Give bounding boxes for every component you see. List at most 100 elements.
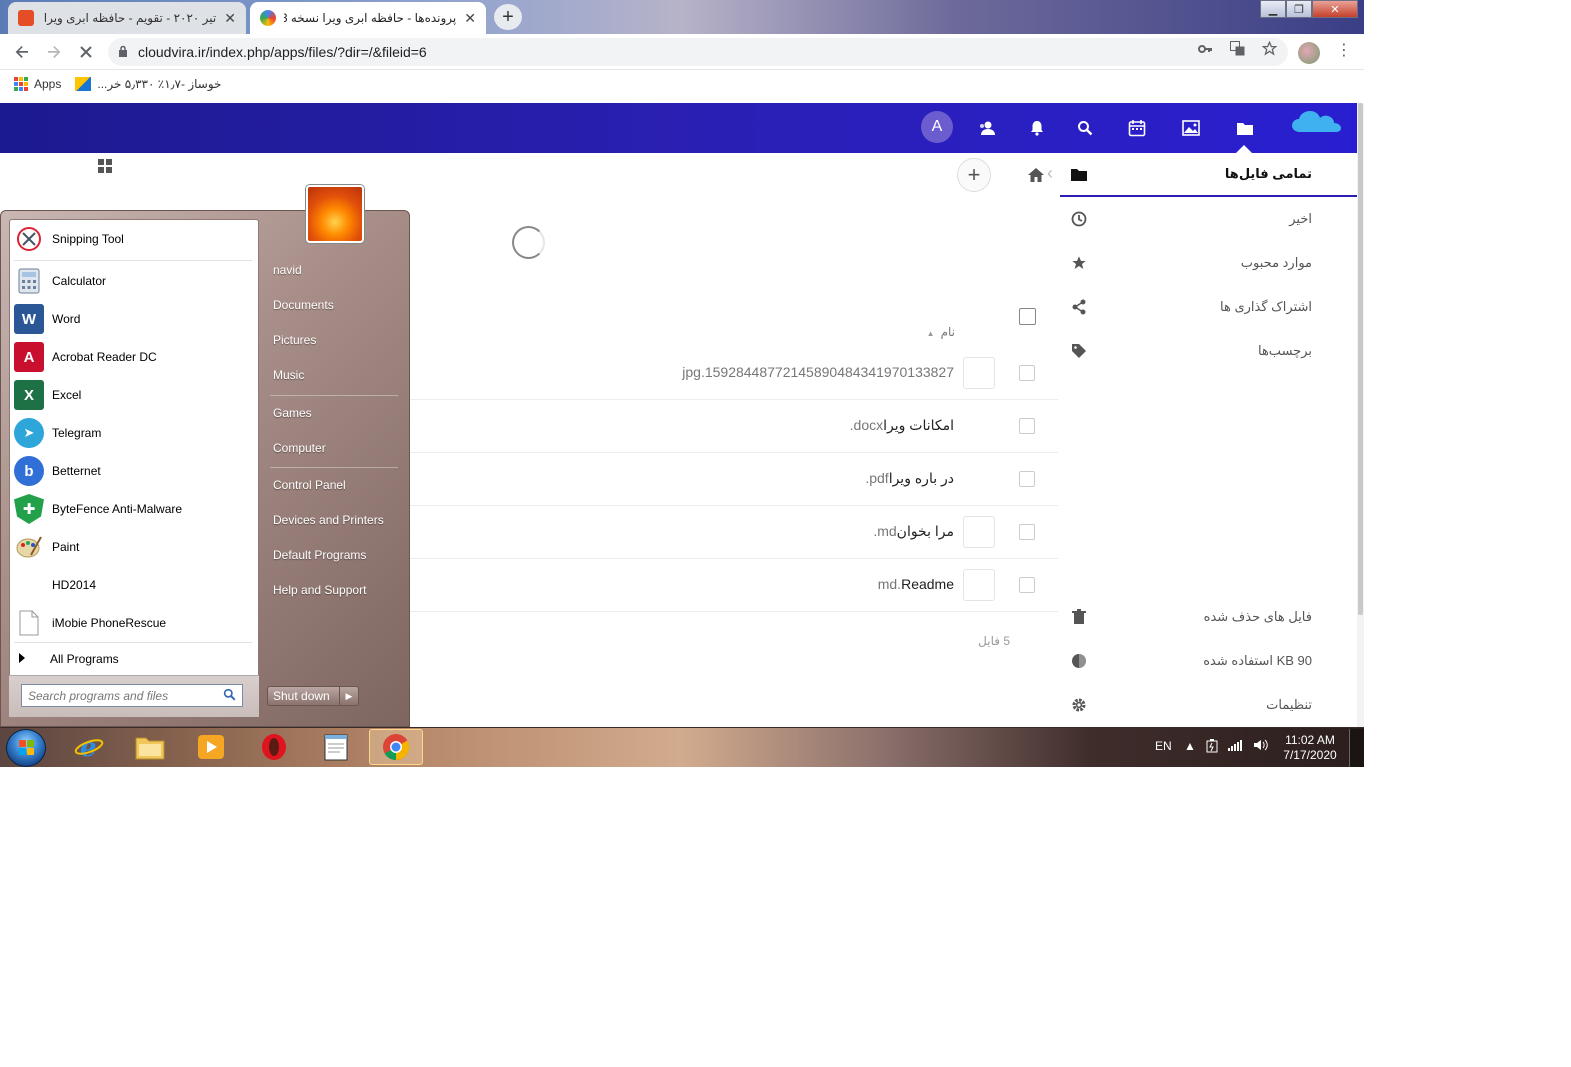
start-button[interactable] bbox=[6, 729, 46, 767]
all-programs-button[interactable]: All Programs bbox=[10, 648, 258, 670]
start-right-pictures[interactable]: Pictures bbox=[265, 324, 405, 356]
translate-icon[interactable] bbox=[1230, 41, 1245, 59]
bookmark-item[interactable]: خوساز -۱٫۷٪ ۵٫۳۳۰ خر... bbox=[75, 77, 221, 91]
browser-tab-files[interactable]: پرونده‌ها - حافظه ابری ویرا نسخه 0.1.3 ✕ bbox=[250, 2, 486, 34]
start-app-paint[interactable]: Paint bbox=[10, 528, 258, 566]
shutdown-button[interactable]: Shut down bbox=[267, 686, 343, 706]
explorer-icon bbox=[135, 733, 165, 761]
file-name[interactable]: jpg.15928448772145890484341970133827 bbox=[682, 364, 954, 380]
start-app-excel[interactable]: X Excel bbox=[10, 376, 258, 414]
select-all-checkbox[interactable] bbox=[1019, 308, 1036, 325]
key-icon[interactable] bbox=[1198, 41, 1212, 57]
minimize-button[interactable]: ▁ bbox=[1260, 0, 1286, 18]
file-checkbox[interactable] bbox=[1019, 577, 1035, 593]
start-right-control-panel[interactable]: Control Panel bbox=[265, 469, 405, 501]
show-desktop-button[interactable] bbox=[1349, 729, 1364, 767]
tab-title: تیر ۲۰۲۰ - تقویم - حافظه ابری ویرا نسخه bbox=[42, 11, 217, 25]
start-app-bytefence[interactable]: ✚ ByteFence Anti-Malware bbox=[10, 490, 258, 528]
file-checkbox[interactable] bbox=[1019, 524, 1035, 540]
taskbar-explorer[interactable] bbox=[123, 729, 177, 765]
taskbar-opera[interactable] bbox=[247, 729, 301, 765]
bookmark-apps[interactable]: Apps bbox=[14, 77, 61, 91]
start-search-input[interactable]: Search programs and files bbox=[21, 684, 243, 707]
taskbar-chrome[interactable] bbox=[369, 729, 423, 765]
user-account-picture[interactable] bbox=[306, 185, 364, 243]
close-icon[interactable]: ✕ bbox=[224, 10, 236, 27]
file-row[interactable]: .docxامکانات ویرا bbox=[410, 400, 1058, 453]
nav-settings[interactable]: تنظیمات bbox=[1060, 683, 1357, 727]
nav-favorites[interactable]: موارد محبوب bbox=[1060, 241, 1357, 285]
maximize-button[interactable]: ❐ bbox=[1286, 0, 1312, 18]
file-row[interactable]: jpg.15928448772145890484341970133827 bbox=[410, 347, 1058, 400]
start-app-snipping-tool[interactable]: Snipping Tool bbox=[10, 220, 258, 258]
file-row[interactable]: .mdمرا بخوان bbox=[410, 506, 1058, 559]
network-signal-icon[interactable] bbox=[1227, 739, 1244, 756]
file-name[interactable]: .docxامکانات ویرا bbox=[850, 417, 954, 434]
nav-tags[interactable]: برچسب‌ها bbox=[1060, 329, 1357, 373]
nav-deleted-files[interactable]: فایل های حذف شده bbox=[1060, 595, 1357, 639]
profile-avatar[interactable] bbox=[1298, 42, 1320, 64]
forward-arrow-icon[interactable] bbox=[42, 40, 66, 64]
taskbar-media-player[interactable] bbox=[184, 729, 238, 765]
start-right-user[interactable]: navid bbox=[265, 254, 405, 286]
files-icon[interactable] bbox=[1234, 117, 1256, 139]
close-icon[interactable]: ✕ bbox=[464, 10, 476, 27]
start-right-computer[interactable]: Computer bbox=[265, 432, 405, 464]
start-app-hd2014[interactable]: HD2014 bbox=[10, 566, 258, 604]
cloud-logo[interactable] bbox=[1290, 108, 1348, 138]
nav-all-files[interactable]: تمامی فایل‌ها bbox=[1060, 153, 1357, 197]
start-app-calculator[interactable]: Calculator bbox=[10, 262, 258, 300]
start-right-games[interactable]: Games bbox=[265, 397, 405, 429]
start-app-acrobat[interactable]: A Acrobat Reader DC bbox=[10, 338, 258, 376]
file-row[interactable]: md.Readme bbox=[410, 559, 1058, 612]
search-icon[interactable] bbox=[1074, 117, 1096, 139]
user-avatar[interactable]: A bbox=[921, 111, 953, 143]
language-indicator[interactable]: EN bbox=[1155, 739, 1172, 753]
calendar-icon[interactable] bbox=[1126, 117, 1148, 139]
new-tab-button[interactable]: + bbox=[494, 4, 522, 30]
start-app-imobie[interactable]: iMobie PhoneRescue bbox=[10, 604, 258, 642]
start-right-music[interactable]: Music bbox=[265, 359, 405, 391]
browser-tab-calendar[interactable]: تیر ۲۰۲۰ - تقویم - حافظه ابری ویرا نسخه … bbox=[8, 2, 246, 34]
close-window-button[interactable]: ✕ bbox=[1312, 0, 1358, 18]
file-checkbox[interactable] bbox=[1019, 418, 1035, 434]
photos-icon[interactable] bbox=[1180, 117, 1202, 139]
file-checkbox[interactable] bbox=[1019, 365, 1035, 381]
taskbar-internet-explorer[interactable]: e bbox=[62, 729, 116, 765]
power-icon[interactable] bbox=[1206, 739, 1218, 756]
notifications-icon[interactable] bbox=[1026, 117, 1048, 139]
column-header-name[interactable]: نام ▲ bbox=[915, 325, 955, 339]
sort-arrow-icon: ▲ bbox=[926, 329, 935, 338]
back-arrow-icon[interactable] bbox=[10, 40, 34, 64]
start-right-documents[interactable]: Documents bbox=[265, 289, 405, 321]
start-right-default-programs[interactable]: Default Programs bbox=[265, 539, 405, 571]
new-file-button[interactable]: + bbox=[957, 158, 991, 192]
nav-shares[interactable]: اشتراک گذاری ها bbox=[1060, 285, 1357, 329]
shutdown-options-arrow-icon[interactable]: ▶ bbox=[339, 686, 359, 706]
taskbar-notepad[interactable] bbox=[309, 729, 363, 765]
grid-view-toggle-icon[interactable] bbox=[98, 159, 112, 173]
file-name[interactable]: .mdمرا بخوان bbox=[873, 523, 954, 540]
bookmark-star-icon[interactable] bbox=[1261, 40, 1278, 59]
stop-loading-icon[interactable] bbox=[74, 40, 98, 64]
file-name[interactable]: .pdfدر باره ویرا bbox=[865, 470, 954, 487]
show-hidden-icons-arrow-icon[interactable]: ▲ bbox=[1184, 739, 1196, 756]
start-app-betternet[interactable]: b Betternet bbox=[10, 452, 258, 490]
clock[interactable]: 11:02 AM 7/17/2020 bbox=[1270, 733, 1350, 763]
nav-label: برچسب‌ها bbox=[1257, 343, 1312, 358]
address-bar[interactable]: cloudvira.ir/index.php/apps/files/?dir=/… bbox=[108, 38, 1288, 66]
search-icon[interactable] bbox=[223, 688, 237, 702]
start-right-devices-printers[interactable]: Devices and Printers bbox=[265, 504, 405, 536]
contacts-icon[interactable] bbox=[976, 117, 998, 139]
start-app-word[interactable]: W Word bbox=[10, 300, 258, 338]
file-row[interactable]: .pdfدر باره ویرا bbox=[410, 453, 1058, 506]
home-icon[interactable] bbox=[1027, 167, 1045, 183]
start-app-telegram[interactable]: ➤ Telegram bbox=[10, 414, 258, 452]
file-checkbox[interactable] bbox=[1019, 471, 1035, 487]
start-right-help-support[interactable]: Help and Support bbox=[265, 574, 405, 606]
page-scrollbar-thumb[interactable] bbox=[1358, 103, 1363, 615]
nav-recent[interactable]: اخیر bbox=[1060, 197, 1357, 241]
file-name[interactable]: md.Readme bbox=[878, 576, 954, 592]
chrome-menu-icon[interactable]: ⋮ bbox=[1336, 40, 1352, 60]
volume-icon[interactable] bbox=[1253, 739, 1268, 756]
